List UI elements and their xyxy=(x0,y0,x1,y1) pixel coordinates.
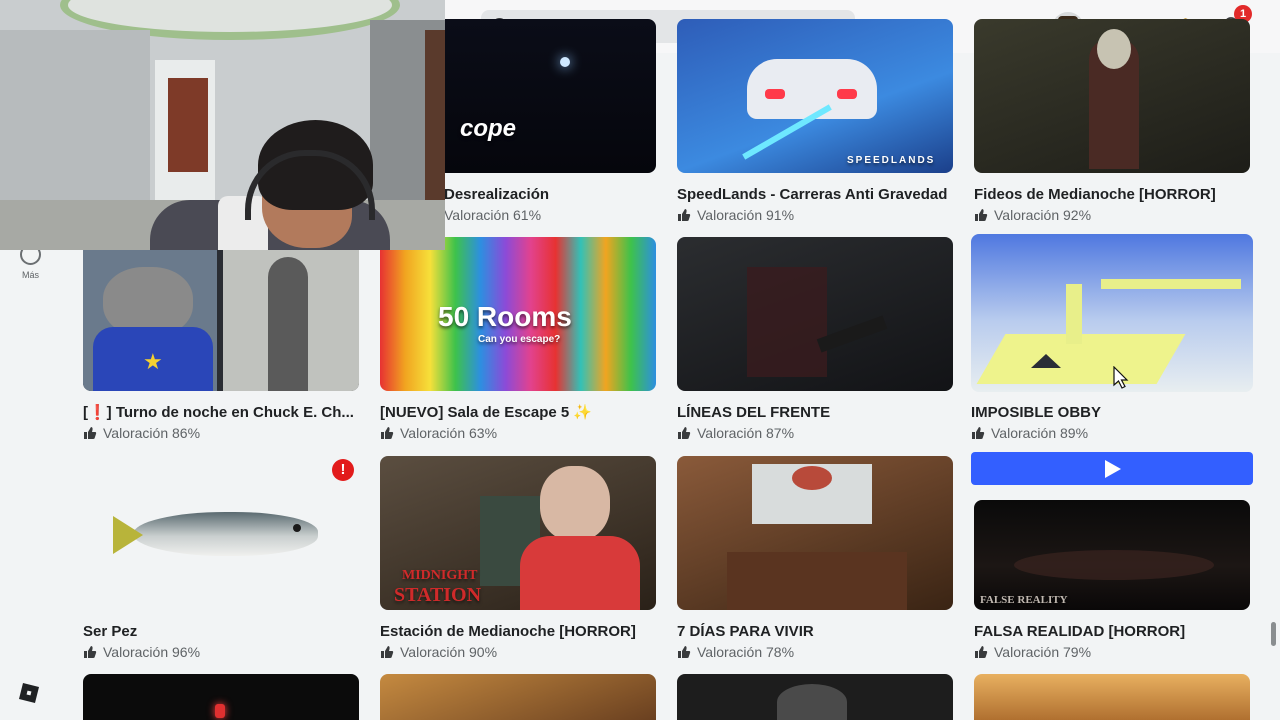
game-thumbnail[interactable] xyxy=(974,674,1250,720)
game-card[interactable]: SPEEDLANDS SpeedLands - Carreras Anti Gr… xyxy=(677,19,953,223)
game-rating: Valoración 63% xyxy=(380,425,656,441)
game-thumbnail[interactable]: FALSE REALITY xyxy=(974,500,1250,610)
game-card[interactable]: FALSE REALITY FALSA REALIDAD [HORROR] Va… xyxy=(974,500,1250,660)
game-thumbnail[interactable] xyxy=(380,674,656,720)
roblox-logo-icon[interactable] xyxy=(18,682,40,704)
game-rating: Valoración 87% xyxy=(677,425,953,441)
game-card[interactable] xyxy=(83,674,359,720)
game-title[interactable]: Estación de Medianoche [HORROR] xyxy=(380,623,656,641)
more-label[interactable]: Más xyxy=(22,270,39,280)
thumbnail-logo: SPEEDLANDS xyxy=(847,155,936,166)
game-title[interactable]: LÍNEAS DEL FRENTE xyxy=(677,404,953,422)
game-title[interactable]: [NUEVO] Sala de Escape 5 ✨ xyxy=(380,404,656,422)
play-button[interactable] xyxy=(971,452,1253,485)
game-rating: Valoración 90% xyxy=(380,644,656,660)
game-thumbnail[interactable] xyxy=(83,674,359,720)
game-thumbnail[interactable]: ★ xyxy=(83,237,359,391)
game-card[interactable]: 50 Rooms Can you escape? [NUEVO] Sala de… xyxy=(380,237,656,441)
thumbs-up-icon xyxy=(678,209,691,221)
thumbs-up-icon xyxy=(381,646,394,658)
game-rating: Valoración 91% xyxy=(677,207,953,223)
thumbs-up-icon xyxy=(84,427,97,439)
game-title[interactable]: FALSA REALIDAD [HORROR] xyxy=(974,623,1250,641)
thumbnail-subtitle: Can you escape? xyxy=(478,334,561,345)
thumbs-up-icon xyxy=(678,646,691,658)
game-thumbnail[interactable] xyxy=(677,456,953,610)
game-card[interactable]: LÍNEAS DEL FRENTE Valoración 87% xyxy=(677,237,953,441)
game-title[interactable]: Fideos de Medianoche [HORROR] xyxy=(974,186,1250,204)
scrollbar-thumb[interactable] xyxy=(1271,622,1276,646)
game-rating: Valoración 78% xyxy=(677,644,953,660)
webcam-overlay xyxy=(0,0,445,250)
game-title[interactable]: 7 DÍAS PARA VIVIR xyxy=(677,623,953,641)
game-title[interactable]: SpeedLands - Carreras Anti Gravedad xyxy=(677,186,953,204)
game-rating: Valoración 92% xyxy=(974,207,1250,223)
game-rating: Valoración 86% xyxy=(83,425,359,441)
thumbnail-logo: cope xyxy=(460,115,517,142)
star-icon: ★ xyxy=(143,349,163,374)
game-thumbnail[interactable] xyxy=(677,237,953,391)
thumbs-up-icon xyxy=(84,646,97,658)
play-icon xyxy=(1105,459,1121,478)
game-title[interactable]: IMPOSIBLE OBBY xyxy=(971,404,1253,422)
game-card[interactable]: IMPOSIBLE OBBY Valoración 89% xyxy=(971,234,1253,441)
thumbnail-logo: FALSE REALITY xyxy=(980,594,1068,606)
thumbnail-logo: 50 Rooms xyxy=(438,301,572,332)
game-thumbnail[interactable] xyxy=(677,674,953,720)
game-card[interactable]: ★ [❗] Turno de noche en Chuck E. Ch... V… xyxy=(83,237,359,441)
game-thumbnail[interactable]: MIDNIGHT STATION xyxy=(380,456,656,610)
game-rating: Valoración 79% xyxy=(974,644,1250,660)
thumbs-up-icon xyxy=(972,427,985,439)
game-thumbnail[interactable] xyxy=(83,456,359,610)
game-title[interactable]: [❗] Turno de noche en Chuck E. Ch... xyxy=(83,404,359,422)
game-thumbnail[interactable] xyxy=(974,19,1250,173)
game-card[interactable]: MIDNIGHT STATION Estación de Medianoche … xyxy=(380,456,656,660)
thumbs-up-icon xyxy=(975,209,988,221)
game-card[interactable]: 7 DÍAS PARA VIVIR Valoración 78% xyxy=(677,456,953,660)
thumbs-up-icon xyxy=(678,427,691,439)
game-card[interactable] xyxy=(380,674,656,720)
game-card[interactable]: Fideos de Medianoche [HORROR] Valoración… xyxy=(974,19,1250,223)
game-title[interactable]: Ser Pez xyxy=(83,623,359,641)
thumbnail-logo: MIDNIGHT xyxy=(402,568,478,583)
game-card[interactable]: Ser Pez Valoración 96% xyxy=(83,456,359,660)
game-rating: Valoración 89% xyxy=(971,425,1253,441)
thumbnail-subtitle: STATION xyxy=(394,584,482,606)
game-card[interactable] xyxy=(974,674,1250,720)
mouse-cursor-icon xyxy=(1113,366,1129,389)
game-thumbnail[interactable] xyxy=(971,234,1253,392)
game-thumbnail[interactable]: 50 Rooms Can you escape? xyxy=(380,237,656,391)
thumbs-up-icon xyxy=(381,427,394,439)
game-card[interactable] xyxy=(677,674,953,720)
game-rating: Valoración 96% xyxy=(83,644,359,660)
thumbs-up-icon xyxy=(975,646,988,658)
alert-icon: ! xyxy=(332,459,354,481)
game-thumbnail[interactable]: SPEEDLANDS xyxy=(677,19,953,173)
